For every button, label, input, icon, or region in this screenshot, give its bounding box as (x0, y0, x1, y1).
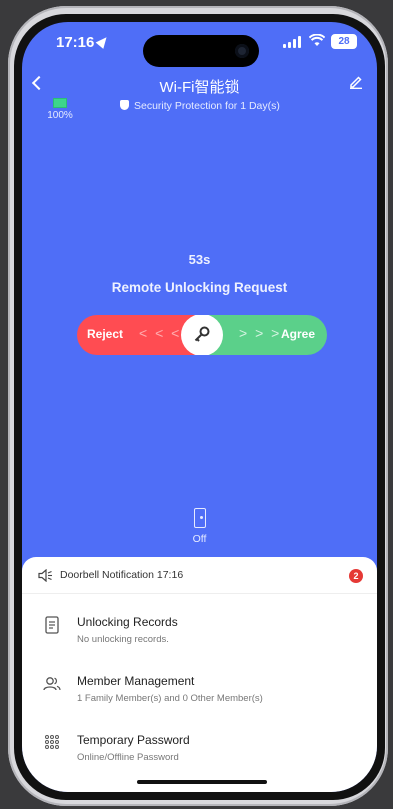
members-icon (42, 674, 62, 694)
wifi-icon (308, 33, 326, 48)
notification-badge: 2 (349, 569, 363, 583)
speaker-icon (38, 568, 52, 583)
menu-item-subtitle: 1 Family Member(s) and 0 Other Member(s) (77, 693, 263, 704)
status-bar: 17:16 28 (22, 30, 377, 67)
home-indicator[interactable] (137, 780, 267, 784)
menu-item-title: Temporary Password (77, 733, 190, 747)
slider-handle[interactable] (181, 315, 223, 355)
right-arrows-icon: > > > (239, 325, 282, 341)
unlock-slider[interactable]: Reject < < < < > > > Agree (77, 315, 327, 355)
menu-item-subtitle: No unlocking records. (77, 634, 169, 645)
request-title: Remote Unlocking Request (111, 280, 288, 295)
phone-bezel: 17:16 28 Wi-Fi智能锁 100% Security Protecti… (14, 14, 385, 800)
lock-battery-percent: 100% (47, 110, 73, 121)
cellular-signal-icon (283, 36, 301, 48)
lock-battery-icon (53, 98, 67, 108)
document-icon (42, 615, 62, 635)
notification-text: Doorbell Notification 17:16 (60, 569, 184, 581)
menu-item-temporary-password[interactable]: Temporary Password Online/Offline Passwo… (22, 719, 377, 777)
camera-icon (235, 44, 249, 58)
agree-label: Agree (280, 327, 315, 341)
door-icon (193, 508, 206, 528)
dynamic-island (143, 35, 259, 67)
page-title: Wi-Fi智能锁 (159, 79, 240, 96)
doorbell-notification[interactable]: Doorbell Notification 17:16 2 (22, 557, 377, 594)
menu-item-subtitle: Online/Offline Password (77, 752, 179, 763)
menu-item-member-management[interactable]: Member Management 1 Family Member(s) and… (22, 660, 377, 718)
status-time: 17:16 (56, 34, 95, 51)
reject-label: Reject (87, 327, 124, 341)
shield-icon (120, 100, 129, 110)
menu-item-title: Unlocking Records (77, 615, 178, 629)
security-text: Security Protection for 1 Day(s) (134, 100, 280, 112)
lock-battery: 100% (40, 98, 80, 121)
location-arrow-icon (95, 34, 111, 49)
keypad-icon (42, 733, 62, 753)
key-icon (193, 325, 211, 343)
security-status: Security Protection for 1 Day(s) (120, 100, 280, 112)
battery-indicator: 28 (331, 34, 357, 49)
lock-state-label: Off (192, 533, 207, 545)
menu-item-title: Member Management (77, 674, 195, 688)
lock-state: Off (22, 508, 377, 545)
request-countdown: 53s (188, 252, 211, 267)
edit-icon[interactable] (349, 75, 363, 89)
menu-item-unlocking-records[interactable]: Unlocking Records No unlocking records. (22, 601, 377, 659)
bottom-panel: Doorbell Notification 17:16 2 Unlocking … (22, 557, 377, 792)
app-screen: 17:16 28 Wi-Fi智能锁 100% Security Protecti… (22, 22, 377, 792)
